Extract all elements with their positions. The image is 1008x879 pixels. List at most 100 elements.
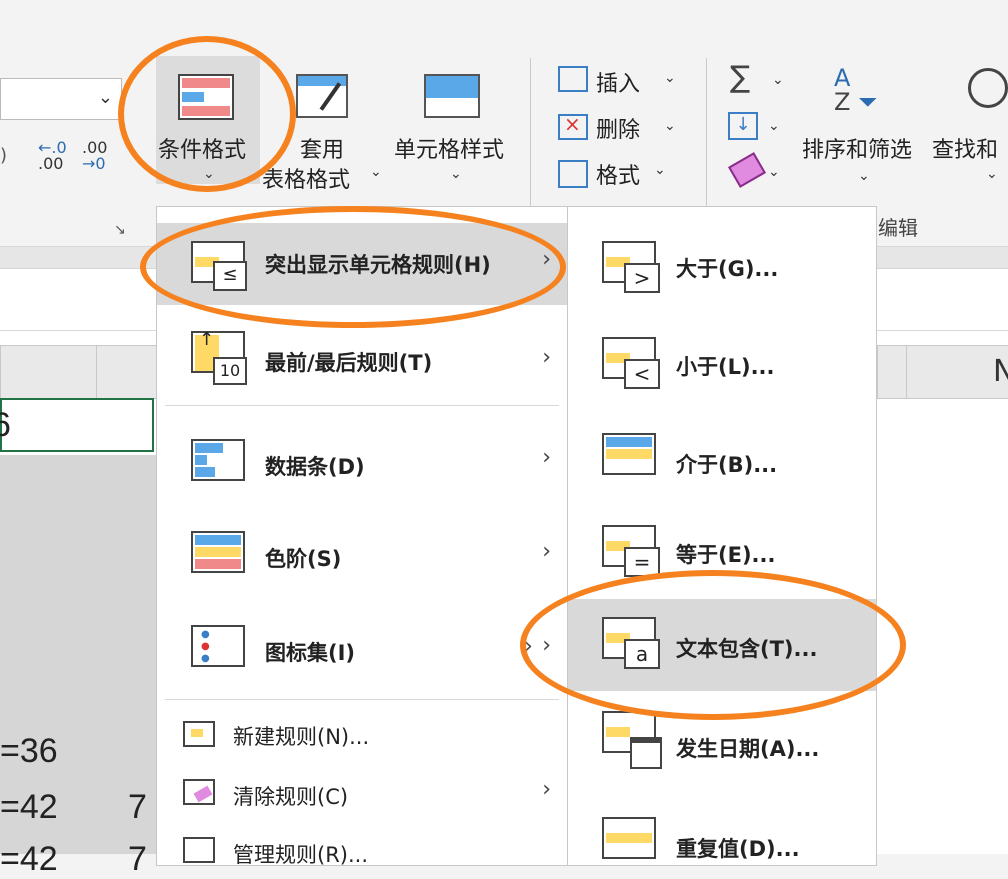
conditional-format-menu: ≤ 突出显示单元格规则(H) › ↑ 10 最前/最后规则(T) › 数据条(D… bbox=[156, 206, 568, 867]
menu-item-icon-sets[interactable]: ● ● ● 图标集(I) › bbox=[157, 603, 567, 695]
chevron-right-icon: › bbox=[542, 539, 551, 564]
cell-styles-icon[interactable] bbox=[424, 74, 484, 122]
menu-item-label: 清除规则(C) bbox=[233, 785, 349, 809]
find-select-label[interactable]: 查找和 bbox=[932, 132, 998, 164]
submenu-item-date-occurring[interactable]: 发生日期(A)... bbox=[568, 693, 876, 785]
cell-text: =42 bbox=[0, 788, 58, 826]
column-header-n[interactable]: N bbox=[906, 345, 1008, 399]
top-ten-badge: 10 bbox=[213, 357, 247, 385]
chevron-right-icon: › bbox=[524, 634, 533, 659]
delete-button[interactable]: 删除 bbox=[596, 112, 640, 144]
sort-filter-icon[interactable]: AZ ⏷ bbox=[834, 66, 877, 114]
chevron-right-icon: › bbox=[542, 247, 551, 272]
chevron-down-icon: ⌄ bbox=[97, 87, 113, 108]
chevron-down-icon: ⌄ bbox=[858, 168, 870, 184]
menu-item-data-bars[interactable]: 数据条(D) › bbox=[157, 415, 567, 507]
menu-separator bbox=[165, 699, 559, 700]
fill-down-icon[interactable]: ↓ bbox=[728, 112, 758, 140]
color-scales-icon bbox=[191, 531, 245, 573]
find-search-icon[interactable] bbox=[968, 68, 1008, 108]
chevron-right-icon: › bbox=[542, 345, 551, 370]
submenu-item-label: 介于(B)... bbox=[676, 453, 778, 477]
chevron-right-icon: › bbox=[542, 633, 551, 658]
menu-item-clear-rules[interactable]: 清除规则(C) › bbox=[157, 765, 567, 821]
menu-item-label: 数据条(D) bbox=[265, 455, 365, 479]
menu-item-highlight-rules[interactable]: ≤ 突出显示单元格规则(H) › bbox=[157, 223, 567, 305]
calendar-icon bbox=[630, 737, 662, 769]
number-format-combo[interactable]: ⌄ bbox=[0, 78, 122, 120]
column-header[interactable] bbox=[877, 345, 909, 399]
submenu-item-duplicate-values[interactable]: 重复值(D)... bbox=[568, 797, 876, 867]
editing-group-label: 编辑 bbox=[878, 216, 918, 240]
chevron-down-icon: ⌄ bbox=[986, 166, 998, 182]
chevron-down-icon: ⌄ bbox=[768, 164, 780, 180]
format-cells-icon bbox=[558, 160, 588, 188]
chevron-right-icon: › bbox=[542, 777, 551, 802]
menu-item-manage-rules[interactable]: 管理规则(R)... bbox=[157, 827, 567, 867]
menu-item-label: 最前/最后规则(T) bbox=[265, 351, 433, 375]
highlight-rules-submenu: > 大于(G)... < 小于(L)... 介于(B)... = 等于(E)..… bbox=[567, 206, 877, 866]
dialog-launcher-icon[interactable]: ↘ bbox=[114, 222, 126, 238]
symbol-badge: > bbox=[624, 263, 660, 293]
submenu-item-greater-than[interactable]: > 大于(G)... bbox=[568, 223, 876, 315]
submenu-item-label: 发生日期(A)... bbox=[676, 737, 820, 761]
column-letter-n: N bbox=[993, 354, 1008, 389]
cell-text: =42 bbox=[0, 840, 58, 878]
menu-item-label: 色阶(S) bbox=[265, 547, 342, 571]
menu-item-new-rule[interactable]: 新建规则(N)... bbox=[157, 707, 567, 759]
column-header[interactable] bbox=[0, 345, 98, 399]
active-cell[interactable]: 6 bbox=[0, 398, 154, 452]
table-format-icon[interactable] bbox=[296, 74, 363, 126]
ribbon-separator bbox=[706, 58, 707, 218]
menu-item-label: 管理规则(R)... bbox=[233, 843, 369, 867]
cell-text: 7 bbox=[128, 840, 147, 878]
chevron-down-icon: ⌄ bbox=[203, 166, 215, 182]
decrease-decimal-button[interactable]: .00 →0 bbox=[82, 140, 107, 172]
submenu-item-label: 等于(E)... bbox=[676, 543, 776, 567]
submenu-item-label: 小于(L)... bbox=[676, 355, 775, 379]
submenu-item-between[interactable]: 介于(B)... bbox=[568, 411, 876, 503]
menu-item-label: 突出显示单元格规则(H) bbox=[265, 253, 491, 277]
symbol-badge: < bbox=[624, 359, 660, 389]
clear-rules-icon bbox=[183, 779, 215, 805]
chevron-down-icon: ⌄ bbox=[664, 70, 676, 86]
chevron-down-icon: ⌄ bbox=[768, 118, 780, 134]
submenu-item-text-contains[interactable]: a 文本包含(T)... bbox=[568, 599, 876, 691]
chevron-down-icon: ⌄ bbox=[772, 72, 784, 88]
submenu-item-less-than[interactable]: < 小于(L)... bbox=[568, 317, 876, 409]
menu-item-top-bottom-rules[interactable]: ↑ 10 最前/最后规则(T) › bbox=[157, 313, 567, 405]
table-format-label-2[interactable]: 表格格式 bbox=[262, 162, 350, 194]
conditional-format-icon bbox=[178, 74, 234, 120]
manage-rules-icon bbox=[183, 837, 215, 863]
conditional-format-label: 条件格式 bbox=[158, 138, 247, 163]
delete-cells-icon: × bbox=[558, 112, 588, 140]
submenu-item-label: 文本包含(T)... bbox=[676, 637, 818, 661]
icon-sets-icon: ● ● ● bbox=[191, 625, 245, 667]
duplicate-values-icon bbox=[602, 817, 656, 859]
between-icon bbox=[602, 433, 656, 475]
insert-cells-icon bbox=[558, 66, 588, 92]
menu-item-label: 新建规则(N)... bbox=[233, 725, 370, 749]
less-equal-symbol-icon: ≤ bbox=[213, 261, 247, 291]
cell-value: 6 bbox=[0, 406, 11, 444]
ribbon-separator bbox=[530, 58, 531, 218]
insert-button[interactable]: 插入 bbox=[596, 66, 640, 98]
worksheet-grid-right[interactable] bbox=[877, 400, 1008, 854]
new-rule-icon bbox=[183, 721, 215, 747]
submenu-item-label: 重复值(D)... bbox=[676, 837, 800, 861]
chevron-right-icon: › bbox=[542, 445, 551, 470]
format-button[interactable]: 格式 bbox=[596, 158, 640, 190]
cell-styles-label[interactable]: 单元格样式 bbox=[394, 132, 504, 164]
autosum-icon[interactable]: ∑ bbox=[730, 60, 750, 95]
chevron-down-icon: ⌄ bbox=[370, 164, 382, 180]
menu-item-color-scales[interactable]: 色阶(S) › bbox=[157, 509, 567, 601]
paren-fragment: ) bbox=[0, 145, 8, 166]
submenu-item-equal-to[interactable]: = 等于(E)... bbox=[568, 505, 876, 597]
symbol-badge: a bbox=[624, 639, 660, 669]
cell-text: 7 bbox=[128, 788, 147, 826]
cell-text: =36 bbox=[0, 732, 58, 770]
sort-filter-label[interactable]: 排序和筛选 bbox=[802, 132, 912, 164]
chevron-down-icon: ⌄ bbox=[654, 162, 666, 178]
column-header[interactable] bbox=[96, 345, 158, 399]
increase-decimal-button[interactable]: ←.0.00 bbox=[38, 140, 67, 172]
